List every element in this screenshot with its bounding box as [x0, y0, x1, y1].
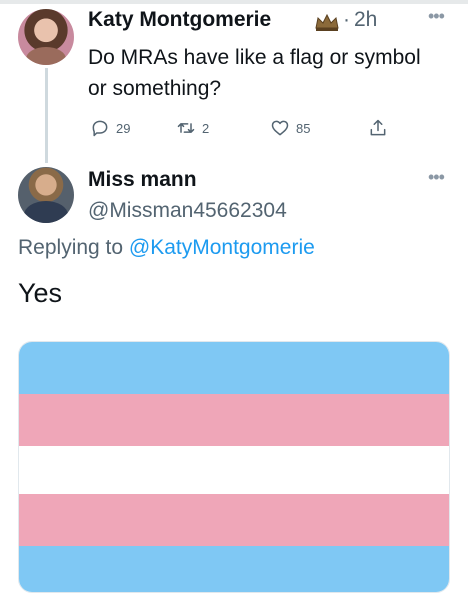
more-options-icon[interactable]: •••	[428, 167, 445, 188]
tweet-text: Yes	[18, 278, 63, 308]
author-name[interactable]: Katy Montgomerie	[88, 8, 271, 32]
share-icon	[370, 119, 386, 136]
reply-button[interactable]: 29	[90, 118, 130, 138]
time-separator: ·	[343, 8, 350, 31]
like-button[interactable]: 85	[270, 118, 310, 138]
flag-stripe-white	[19, 446, 449, 494]
share-button[interactable]	[368, 118, 388, 138]
author-name[interactable]: Miss mann	[88, 168, 197, 192]
replying-to-line: Replying to @KatyMontgomerie	[18, 236, 315, 260]
flag-stripe-pink	[19, 394, 449, 446]
flag-stripe-blue	[19, 342, 449, 394]
reply-count: 29	[116, 120, 131, 136]
retweet-count: 2	[202, 120, 210, 136]
author-handle[interactable]: @Missman45662304	[88, 199, 287, 223]
heart-icon	[271, 120, 289, 136]
attached-image-flag[interactable]	[18, 341, 450, 593]
flag-stripe-blue	[19, 546, 449, 592]
crown-emoji-icon	[315, 13, 339, 31]
avatar[interactable]	[18, 167, 74, 223]
retweet-icon	[177, 123, 195, 133]
top-divider	[0, 0, 468, 4]
like-count: 85	[296, 120, 311, 136]
tweet-text: Do MRAs have like a flag or symbol or so…	[88, 46, 421, 100]
replying-prefix: Replying to	[18, 236, 124, 259]
more-options-icon[interactable]: •••	[428, 6, 445, 27]
thread-connector-line	[45, 68, 48, 163]
reply-icon	[92, 120, 108, 137]
retweet-button[interactable]: 2	[176, 118, 209, 138]
avatar[interactable]	[18, 9, 74, 65]
timestamp[interactable]: 2h	[354, 8, 377, 32]
mention-link[interactable]: @KatyMontgomerie	[129, 236, 315, 259]
flag-stripe-pink	[19, 494, 449, 546]
